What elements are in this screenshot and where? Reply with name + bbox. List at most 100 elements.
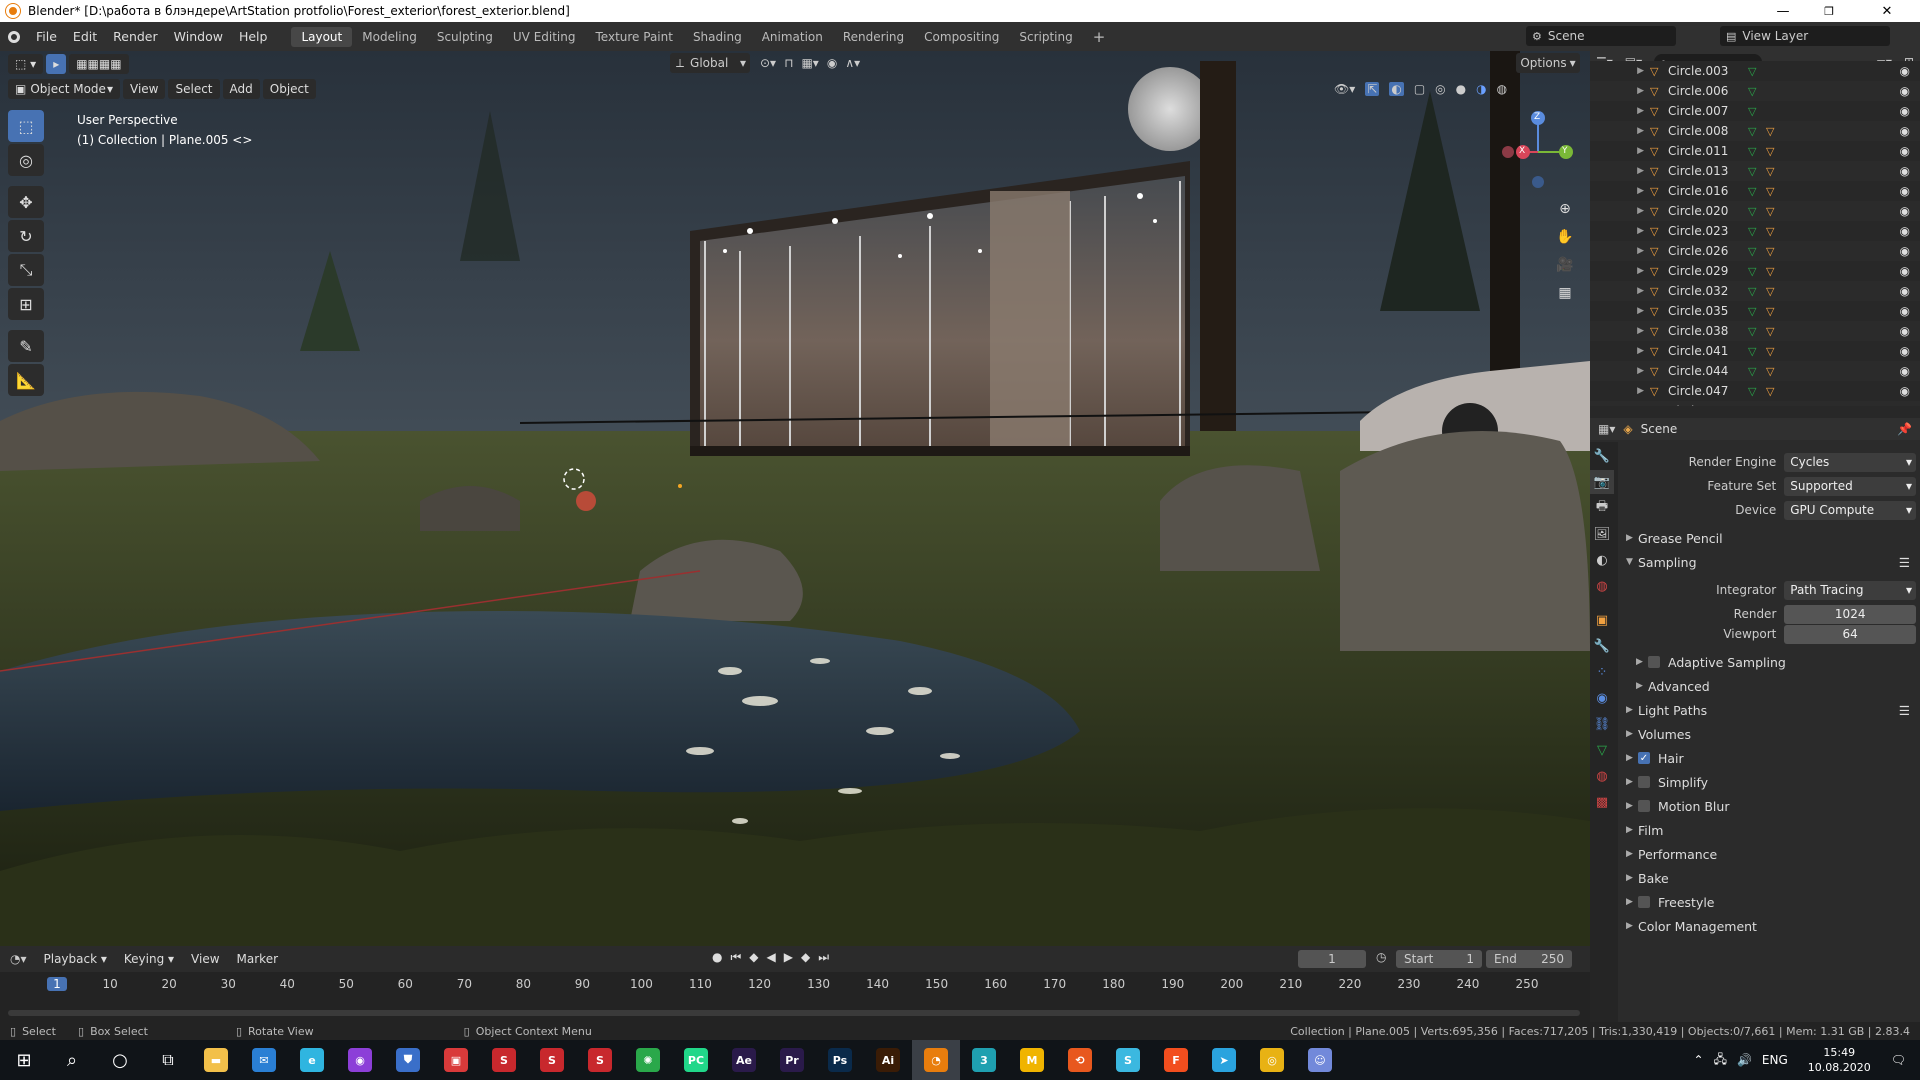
render-engine-dropdown[interactable]: Cycles ▾ [1784, 452, 1916, 472]
outliner-item[interactable]: ▶ ▽ Circle.044 ▽ ▽ ◉ [1590, 361, 1920, 381]
podcast-icon[interactable]: ◉ [336, 1040, 384, 1080]
play-reverse-icon[interactable]: ◀ [767, 950, 776, 965]
maximize-button[interactable]: ❐ [1806, 0, 1852, 22]
pivot-icon[interactable]: ⊙▾ [760, 56, 776, 70]
after-effects-icon[interactable]: Ae [720, 1040, 768, 1080]
render-tab-icon[interactable]: 📷 [1590, 470, 1614, 494]
outliner-item[interactable]: ▶ ▽ Circle.020 ▽ ▽ ◉ [1590, 201, 1920, 221]
pan-hand-icon[interactable]: ✋ [1552, 224, 1578, 250]
device-dropdown[interactable]: GPU Compute ▾ [1784, 500, 1916, 520]
preset-list-icon[interactable]: ☰ [1899, 555, 1910, 570]
blender-menu-icon[interactable] [0, 30, 28, 43]
figma-icon[interactable]: F [1152, 1040, 1200, 1080]
timeline-ruler[interactable]: 1 10 20 30 40 50 60 70 80 90 100 110 120 130 140 150 160… [0, 972, 1590, 998]
clock[interactable]: 15:49 10.08.2020 [1808, 1045, 1871, 1075]
data-tab-icon[interactable]: ▽ [1590, 738, 1614, 762]
feature-set-dropdown[interactable]: Supported ▾ [1784, 476, 1916, 496]
app-red-icon[interactable]: ▣ [432, 1040, 480, 1080]
eye-icon[interactable]: ◉ [1900, 304, 1910, 318]
expand-icon[interactable]: ▶ [1590, 146, 1650, 156]
sketchup-icon[interactable]: S [480, 1040, 528, 1080]
panel-performance[interactable]: ▶ Performance [1620, 842, 1916, 866]
language-indicator[interactable]: ENG [1762, 1053, 1788, 1067]
timeline-menu-keying[interactable]: Keying ▾ [117, 949, 181, 969]
outliner-item[interactable]: ▶ ▽ Circle.032 ▽ ▽ ◉ [1590, 281, 1920, 301]
eye-icon[interactable]: ◉ [1900, 204, 1910, 218]
expand-icon[interactable]: ▶ [1590, 186, 1650, 196]
panel-simplify[interactable]: ▶ Simplify [1620, 770, 1916, 794]
3d-viewport[interactable] [0, 51, 1590, 946]
pin-icon[interactable]: 📌 [1897, 422, 1912, 436]
physics-tab-icon[interactable]: ◉ [1590, 686, 1614, 710]
tab-uv-editing[interactable]: UV Editing [503, 27, 586, 47]
preset-list-icon[interactable]: ☰ [1899, 703, 1910, 718]
selection-modes[interactable]: ▦▦▦▦ [69, 54, 129, 74]
eye-icon[interactable]: ◉ [1900, 164, 1910, 178]
task-view-icon[interactable]: ⧉ [144, 1040, 192, 1080]
texture-tab-icon[interactable]: ▩ [1590, 790, 1614, 814]
file-explorer-icon[interactable]: ▬ [192, 1040, 240, 1080]
editor-type-button[interactable]: ⬚ ▾ [8, 54, 44, 74]
outliner-item[interactable]: ▶ ▽ Circle.035 ▽ ▽ ◉ [1590, 301, 1920, 321]
subpanel-advanced[interactable]: ▶ Advanced [1620, 674, 1916, 698]
outliner-item[interactable]: ▶ ▽ Circle.029 ▽ ▽ ◉ [1590, 261, 1920, 281]
output-tab-icon[interactable]: 🖶 [1590, 496, 1614, 520]
expand-icon[interactable]: ▶ [1590, 366, 1650, 376]
snapping-controls[interactable]: ⊙▾ ⊓ ▦▾ ◉ ∧▾ [760, 53, 900, 73]
expand-icon[interactable]: ▶ [1590, 326, 1650, 336]
expand-icon[interactable]: ▶ [1590, 126, 1650, 136]
eye-icon[interactable]: ◉ [1900, 364, 1910, 378]
eye-icon[interactable]: ◉ [1900, 384, 1910, 398]
transform-icon[interactable]: ⊞ [8, 288, 44, 320]
timeline-menu-view[interactable]: View [184, 949, 226, 969]
constraints-tab-icon[interactable]: ⛓ [1590, 712, 1614, 736]
world-tab-icon[interactable]: ◍ [1590, 574, 1614, 598]
tab-animation[interactable]: Animation [752, 27, 833, 47]
app-stack-icon[interactable]: S [1104, 1040, 1152, 1080]
solid-shading-icon[interactable]: ● [1456, 82, 1466, 96]
scene-tab-icon[interactable]: ◐ [1590, 548, 1614, 572]
end-frame-field[interactable]: End 250 [1486, 950, 1572, 968]
viewport-menu-object[interactable]: Object [262, 79, 316, 99]
minimize-button[interactable]: — [1760, 0, 1806, 22]
gizmo-toggle-icon[interactable]: ⇱ [1365, 82, 1380, 96]
outliner-item[interactable]: ▶ ▽ Circle.013 ▽ ▽ ◉ [1590, 161, 1920, 181]
windows-start-icon[interactable]: ⊞ [0, 1040, 48, 1080]
expand-icon[interactable]: ▶ [1590, 166, 1650, 176]
expand-icon[interactable]: ▶ [1590, 266, 1650, 276]
expand-icon[interactable]: ▶ [1590, 386, 1650, 396]
tab-sculpting[interactable]: Sculpting [427, 27, 503, 47]
close-button[interactable]: ✕ [1864, 0, 1910, 22]
hair-checkbox[interactable]: ✓ [1638, 752, 1650, 764]
material-shading-icon[interactable]: ◑ [1476, 82, 1486, 96]
chrome-icon[interactable]: ◎ [1248, 1040, 1296, 1080]
next-keyframe-icon[interactable]: ◆ [801, 950, 810, 965]
expand-icon[interactable]: ▶ [1590, 66, 1650, 76]
discord-icon[interactable]: ☺ [1296, 1040, 1344, 1080]
expand-icon[interactable]: ▶ [1590, 246, 1650, 256]
edge-icon[interactable]: e [288, 1040, 336, 1080]
menu-render[interactable]: Render [105, 29, 166, 44]
subpanel-adaptive-sampling[interactable]: ▶ Adaptive Sampling [1620, 650, 1916, 674]
outliner-item[interactable]: ▶ ▽ Circle.023 ▽ ▽ ◉ [1590, 221, 1920, 241]
app-s-dark-icon[interactable]: S [528, 1040, 576, 1080]
eye-icon[interactable]: ◉ [1900, 344, 1910, 358]
freestyle-checkbox[interactable] [1638, 896, 1650, 908]
object-mode-dropdown[interactable]: ▣ Object Mode ▾ [8, 79, 120, 99]
app-orange-icon[interactable]: ⟲ [1056, 1040, 1104, 1080]
properties-editor-icon[interactable]: ▦▾ [1598, 422, 1615, 436]
volume-icon[interactable]: 🔊 [1737, 1053, 1752, 1067]
select-mode-button[interactable]: ▸ [46, 54, 67, 74]
shield-app-icon[interactable]: ⛊ [384, 1040, 432, 1080]
outliner-item[interactable]: ▶ ▽ Circle.041 ▽ ▽ ◉ [1590, 341, 1920, 361]
app-green-icon[interactable]: ✺ [624, 1040, 672, 1080]
menu-help[interactable]: Help [231, 29, 276, 44]
view-layer-selector[interactable]: ▤ View Layer [1720, 26, 1890, 46]
expand-icon[interactable]: ▶ [1590, 86, 1650, 96]
panel-volumes[interactable]: ▶ Volumes [1620, 722, 1916, 746]
eye-icon[interactable]: ◉ [1900, 104, 1910, 118]
eye-icon[interactable]: ◉ [1900, 264, 1910, 278]
proportional-icon[interactable]: ◉ [827, 56, 837, 70]
integrator-dropdown[interactable]: Path Tracing ▾ [1784, 580, 1916, 600]
view-layer-tab-icon[interactable]: 🖼 [1590, 522, 1614, 546]
